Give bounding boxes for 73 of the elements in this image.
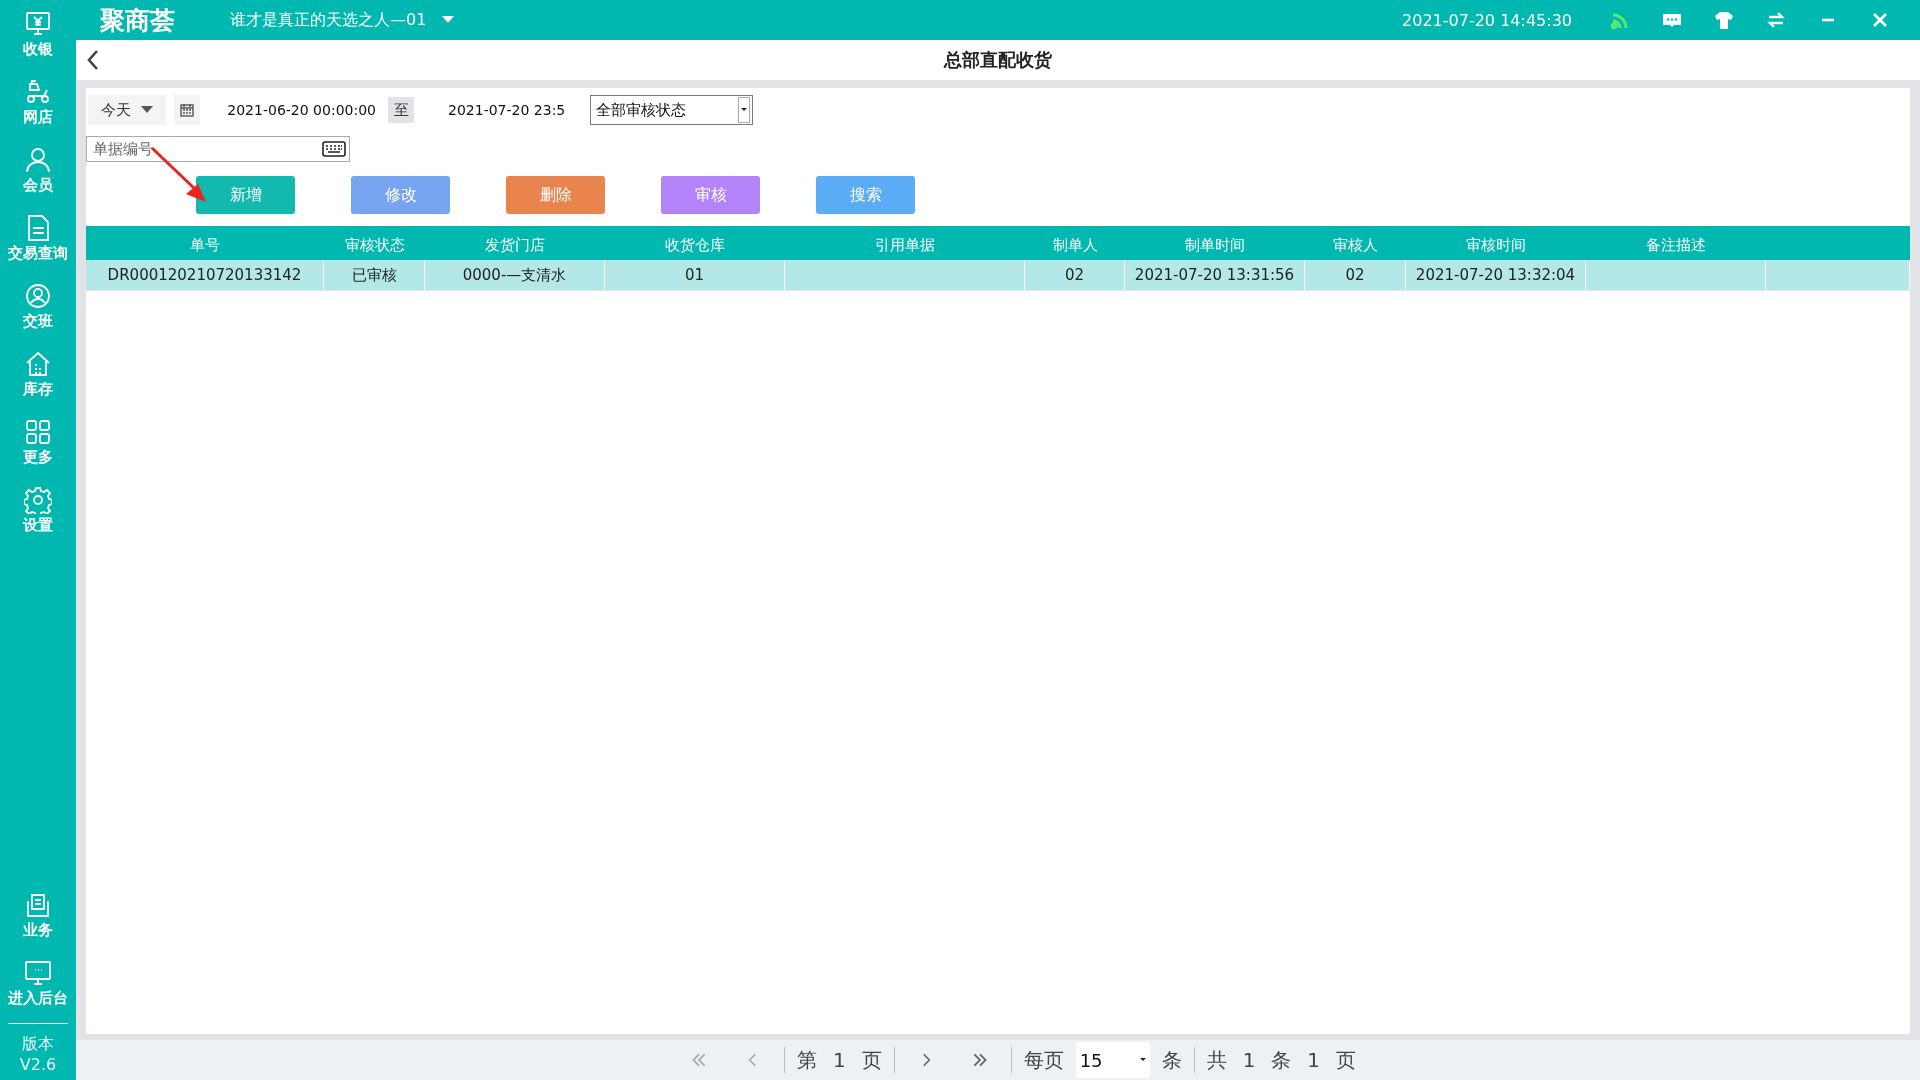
column-header: 制单人	[1051, 234, 1099, 255]
column-header: 单号	[189, 234, 221, 255]
sidebar-item[interactable]: 收银	[23, 0, 53, 68]
per-page-dropdown[interactable]: 15	[1075, 1042, 1150, 1078]
page-suffix: 页	[860, 1046, 883, 1074]
person-clock-icon	[24, 281, 52, 310]
column-header: 备注描述	[1645, 234, 1707, 255]
action-button[interactable]: 审核	[661, 176, 760, 214]
swap-icon[interactable]	[1766, 10, 1786, 30]
page-count-unit: 页	[1335, 1046, 1358, 1074]
total-prefix: 共	[1205, 1046, 1228, 1074]
per-page-label: 每页	[1022, 1046, 1065, 1074]
house-icon	[24, 349, 52, 378]
page-prefix: 第	[795, 1046, 818, 1074]
monitor-icon	[24, 958, 52, 987]
sidebar-item[interactable]: 交易查询	[8, 204, 68, 272]
sidebar-item[interactable]: 更多	[23, 408, 53, 476]
table-cell: 01	[684, 266, 705, 284]
table-cell: DR000120210720133142	[107, 266, 302, 284]
column-header: 引用单据	[874, 234, 936, 255]
calendar-icon	[180, 103, 194, 117]
action-button[interactable]: 搜索	[816, 176, 915, 214]
total-unit: 条	[1270, 1046, 1293, 1074]
table-cell: 02	[1064, 266, 1085, 284]
page-title: 总部直配收货	[944, 48, 1052, 72]
page-count: 1	[1306, 1048, 1322, 1072]
order-number-field[interactable]: 单据编号	[86, 136, 350, 162]
shirt-icon[interactable]	[1714, 10, 1734, 30]
period-dropdown[interactable]: 今天	[88, 95, 166, 125]
sidebar-item[interactable]: 网店	[23, 68, 53, 136]
per-page-unit: 条	[1160, 1046, 1183, 1074]
column-header: 审核时间	[1465, 234, 1527, 255]
action-button[interactable]: 修改	[351, 176, 450, 214]
sidebar-item[interactable]: 进入后台	[8, 949, 68, 1017]
table-cell: 2021-07-20 13:32:04	[1415, 266, 1576, 284]
sidebar-item[interactable]: 业务	[23, 881, 53, 949]
settings-icon	[24, 485, 52, 514]
monitor-icon	[24, 9, 52, 38]
sidebar-item[interactable]: 库存	[23, 340, 53, 408]
version-label: 版本	[22, 1034, 54, 1055]
column-header: 审核人	[1332, 234, 1379, 255]
version-number: V2.6	[19, 1055, 57, 1074]
current-page: 1	[831, 1048, 847, 1072]
scooter-icon	[24, 77, 52, 106]
total-count: 1	[1241, 1048, 1257, 1072]
store-selector[interactable]: 谁才是真正的天选之人—01	[218, 9, 455, 31]
sidebar-item[interactable]: 交班	[23, 272, 53, 340]
table-cell: 已审核	[351, 265, 397, 285]
back-icon[interactable]	[86, 49, 100, 71]
caret-icon	[442, 16, 455, 24]
person-icon	[24, 145, 52, 174]
range-separator: 至	[388, 97, 414, 123]
column-header: 制单时间	[1184, 234, 1246, 255]
table-cell: 2021-07-20 13:31:56	[1134, 266, 1295, 284]
action-button[interactable]: 删除	[506, 176, 605, 214]
caret-icon	[1139, 1058, 1146, 1062]
caret-icon	[741, 108, 747, 112]
caret-icon	[141, 106, 153, 114]
table-cell: 0000-—支清水	[462, 265, 567, 285]
action-button[interactable]: 新增	[196, 176, 295, 214]
table-row[interactable]: DR000120210720133142 已审核 0000-—支清水 01 02 2021-07-20 13:31:56 02 2021-07-20 13:32:04	[86, 260, 1910, 291]
table-cell: 02	[1345, 266, 1365, 284]
column-header: 发货门店	[484, 234, 546, 255]
sidebar-item[interactable]: 会员	[23, 136, 53, 204]
sidebar-item[interactable]: 设置	[23, 476, 53, 544]
app-logo: 聚商荟	[100, 4, 176, 37]
keyboard-icon[interactable]	[322, 141, 346, 157]
calendar-button[interactable]	[174, 95, 200, 125]
datetime-text: 2021-07-20 14:45:30	[1402, 10, 1572, 30]
status-dropdown[interactable]: 全部审核状态	[590, 95, 753, 125]
column-header: 收货仓库	[664, 234, 726, 255]
grid-icon	[24, 417, 52, 446]
column-header: 审核状态	[343, 234, 406, 255]
